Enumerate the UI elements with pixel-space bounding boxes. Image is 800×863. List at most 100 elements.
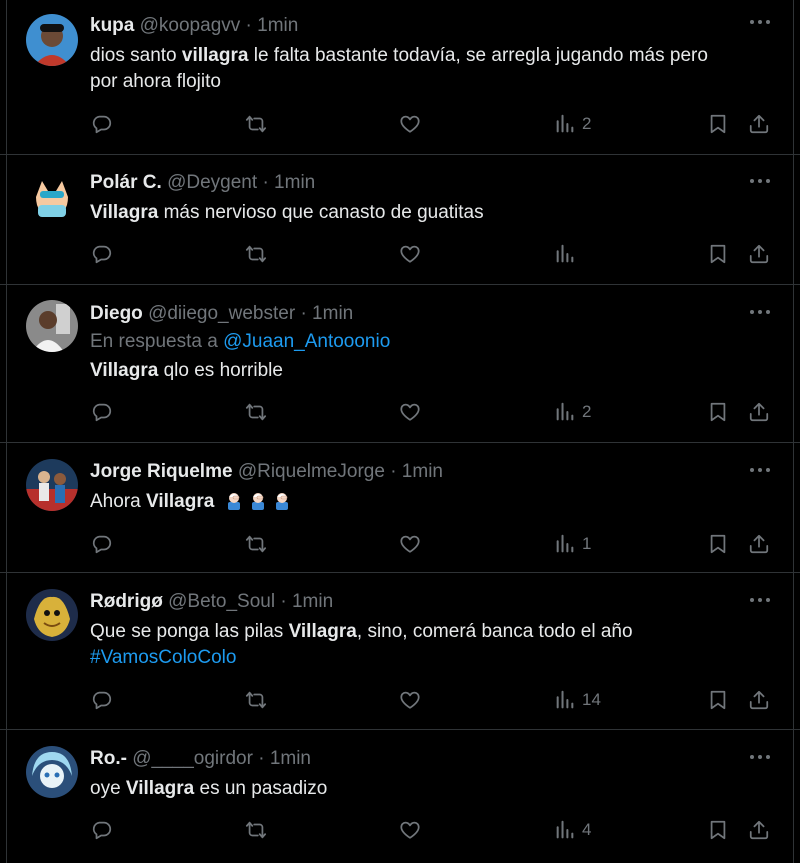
user-handle[interactable]: @diiego_webster	[148, 303, 295, 324]
reply-button[interactable]	[91, 243, 113, 265]
user-handle[interactable]: @Deygent	[167, 172, 257, 193]
views-button[interactable]: 4	[554, 819, 591, 841]
more-icon[interactable]	[750, 464, 770, 476]
views-icon	[554, 533, 576, 555]
like-icon	[399, 533, 421, 555]
like-button[interactable]	[399, 113, 421, 135]
share-button[interactable]	[748, 113, 770, 135]
timestamp[interactable]: 1min	[292, 591, 333, 612]
reply-button[interactable]	[91, 689, 113, 711]
timestamp[interactable]: 1min	[274, 172, 315, 193]
share-button[interactable]	[748, 689, 770, 711]
reply-button[interactable]	[91, 401, 113, 423]
retweet-button[interactable]	[245, 401, 267, 423]
display-name[interactable]: Polár C.	[90, 172, 162, 193]
user-handle[interactable]: @Beto_Soul	[168, 591, 275, 612]
user-handle[interactable]: @____ogirdor	[132, 748, 253, 769]
keyword: villagra	[181, 45, 249, 66]
avatar[interactable]	[26, 746, 78, 798]
tweet[interactable]: kupa @koopagvv · 1min dios santo villagr…	[0, 0, 800, 155]
bookmark-icon	[707, 533, 729, 555]
avatar[interactable]	[26, 459, 78, 511]
timestamp[interactable]: 1min	[402, 461, 443, 482]
display-name[interactable]: kupa	[90, 15, 134, 36]
display-name[interactable]: Diego	[90, 303, 143, 324]
views-button[interactable]: 2	[554, 401, 591, 423]
bookmark-button[interactable]	[707, 819, 729, 841]
timestamp[interactable]: 1min	[270, 748, 311, 769]
views-count: 1	[582, 534, 592, 553]
tweet-header: Polár C. @Deygent · 1min	[90, 171, 315, 195]
avatar[interactable]	[26, 300, 78, 352]
more-icon[interactable]	[750, 751, 770, 763]
user-handle[interactable]: @RiquelmeJorge	[238, 461, 385, 482]
reply-button[interactable]	[91, 113, 113, 135]
share-button[interactable]	[748, 401, 770, 423]
like-button[interactable]	[399, 401, 421, 423]
bookmark-button[interactable]	[707, 689, 729, 711]
like-button[interactable]	[399, 689, 421, 711]
views-count: 2	[582, 402, 592, 421]
bookmark-button[interactable]	[707, 113, 729, 135]
bookmark-button[interactable]	[707, 243, 729, 265]
reply-icon	[91, 401, 113, 423]
more-icon[interactable]	[750, 175, 770, 187]
retweet-button[interactable]	[245, 819, 267, 841]
tweet[interactable]: Diego @diiego_webster · 1min En respuest…	[0, 285, 800, 443]
keyword: Villagra	[125, 778, 195, 799]
share-button[interactable]	[748, 243, 770, 265]
reply-icon	[91, 533, 113, 555]
share-icon	[748, 243, 770, 265]
reply-icon	[91, 819, 113, 841]
retweet-icon	[245, 533, 267, 555]
share-button[interactable]	[748, 819, 770, 841]
tweet[interactable]: Polár C. @Deygent · 1min Villagra más ne…	[0, 155, 800, 285]
views-button[interactable]: 2	[554, 113, 591, 135]
reply-button[interactable]	[91, 819, 113, 841]
bookmark-button[interactable]	[707, 401, 729, 423]
views-button[interactable]: 1	[554, 533, 591, 555]
views-icon	[554, 401, 576, 423]
timestamp[interactable]: 1min	[257, 15, 298, 36]
retweet-button[interactable]	[245, 113, 267, 135]
like-button[interactable]	[399, 819, 421, 841]
views-count: 4	[582, 820, 592, 839]
keyword: Villagra	[90, 202, 159, 223]
user-handle[interactable]: @koopagvv	[140, 15, 241, 36]
avatar[interactable]	[26, 589, 78, 641]
separator: ·	[262, 172, 269, 193]
share-icon	[748, 401, 770, 423]
tweet-header: kupa @koopagvv · 1min	[90, 14, 298, 38]
tweet-header: Ro.- @____ogirdor · 1min	[90, 747, 311, 771]
views-icon	[554, 819, 576, 841]
retweet-button[interactable]	[245, 533, 267, 555]
display-name[interactable]: Jorge Riquelme	[90, 461, 233, 482]
reply-button[interactable]	[91, 533, 113, 555]
retweet-button[interactable]	[245, 689, 267, 711]
separator: ·	[280, 591, 287, 612]
avatar[interactable]	[26, 14, 78, 66]
person-facepalming-emoji	[248, 490, 268, 510]
retweet-icon	[245, 819, 267, 841]
share-button[interactable]	[748, 533, 770, 555]
views-button[interactable]	[554, 243, 582, 265]
timestamp[interactable]: 1min	[312, 303, 353, 324]
like-button[interactable]	[399, 243, 421, 265]
more-icon[interactable]	[750, 594, 770, 606]
views-button[interactable]: 14	[554, 689, 601, 711]
display-name[interactable]: Rødrigø	[90, 591, 163, 612]
bookmark-button[interactable]	[707, 533, 729, 555]
retweet-button[interactable]	[245, 243, 267, 265]
tweet[interactable]: Ro.- @____ogirdor · 1min oye Villagra es…	[0, 730, 800, 863]
tweet[interactable]: Rødrigø @Beto_Soul · 1min Que se ponga l…	[0, 573, 800, 730]
avatar[interactable]	[26, 171, 78, 223]
views-count: 14	[582, 690, 601, 709]
hashtag-link[interactable]: #VamosColoColo	[90, 647, 236, 668]
more-icon[interactable]	[750, 16, 770, 28]
display-name[interactable]: Ro.-	[90, 748, 127, 769]
like-button[interactable]	[399, 533, 421, 555]
tweet[interactable]: Jorge Riquelme @RiquelmeJorge · 1min Aho…	[0, 443, 800, 573]
retweet-icon	[245, 401, 267, 423]
reply-to-link[interactable]: @Juaan_Antooonio	[223, 331, 390, 352]
more-icon[interactable]	[750, 306, 770, 318]
